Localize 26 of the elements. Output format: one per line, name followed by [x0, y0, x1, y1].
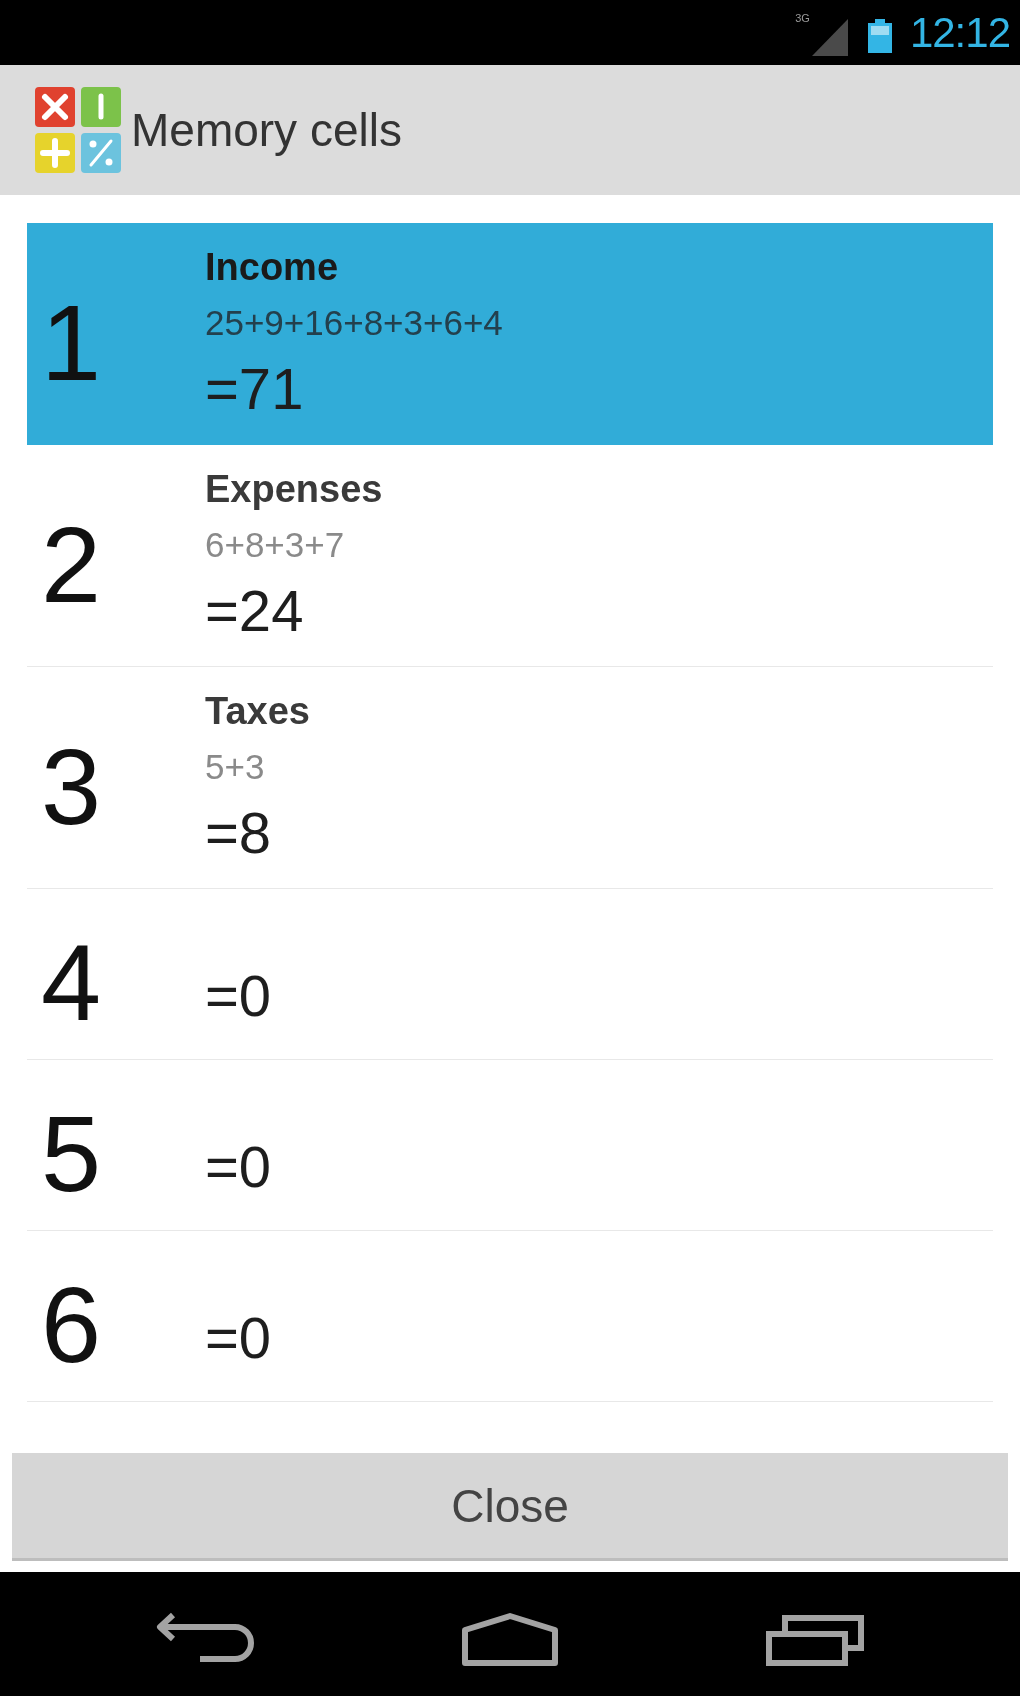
clock-time: 12:12 — [909, 11, 1010, 54]
cell-number: 1 — [41, 288, 103, 397]
cell-title: Taxes — [205, 689, 310, 733]
cell-formula: 5+3 — [205, 747, 265, 787]
cell-title: Expenses — [205, 467, 383, 511]
cell-result: =71 — [205, 357, 304, 421]
memory-cell-row[interactable]: 1 Income 25+9+16+8+3+6+4 =71 — [27, 223, 993, 445]
home-icon[interactable] — [460, 1611, 560, 1667]
cell-number: 2 — [41, 510, 103, 619]
cell-formula: 6+8+3+7 — [205, 525, 345, 565]
cell-number: 3 — [41, 732, 103, 841]
cell-result: =0 — [205, 1135, 272, 1199]
cell-result: =8 — [205, 801, 272, 865]
cell-title: Income — [205, 245, 339, 289]
cell-result: =0 — [205, 1306, 272, 1370]
network-type-label: 3G — [795, 13, 810, 24]
cell-number: 4 — [41, 929, 103, 1037]
app-logo-icon — [35, 87, 121, 173]
cell-result: =0 — [205, 964, 272, 1028]
cell-number: 5 — [41, 1100, 103, 1208]
cell-number: 6 — [41, 1271, 103, 1379]
signal-icon — [811, 19, 848, 56]
cell-result: =24 — [205, 579, 304, 643]
close-button[interactable]: Close — [12, 1453, 1008, 1561]
cell-formula: 25+9+16+8+3+6+4 — [205, 303, 503, 343]
battery-icon — [865, 18, 894, 53]
